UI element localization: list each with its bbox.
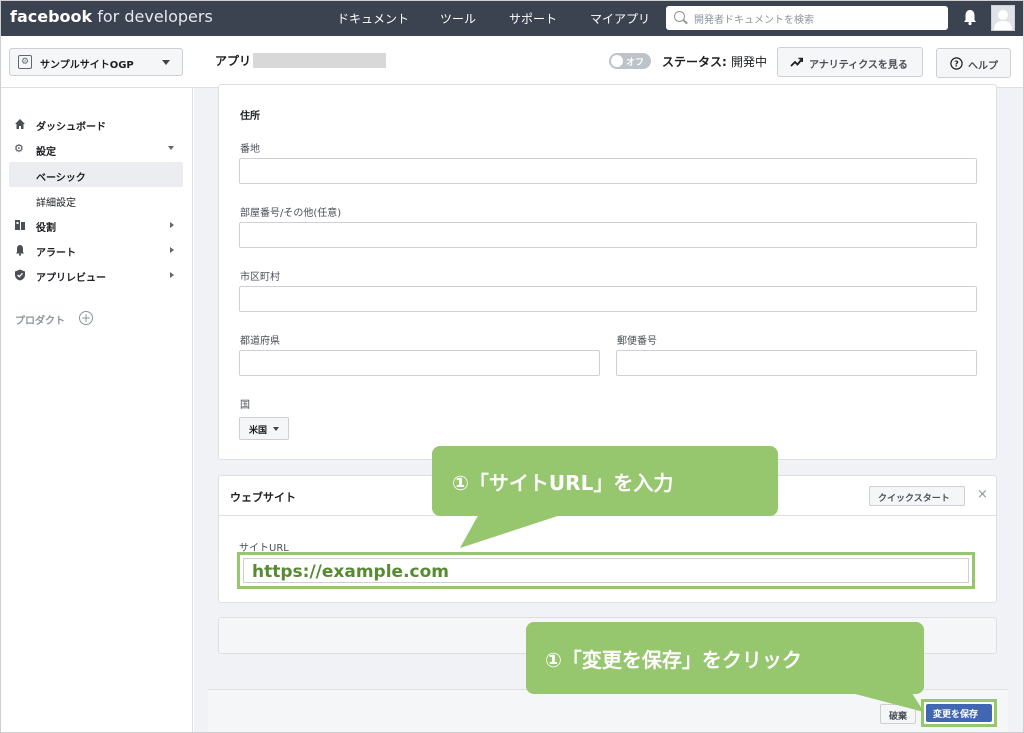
status-value: 開発中 xyxy=(730,55,767,69)
analytics-button-label: アナリティクスを見る xyxy=(809,60,908,71)
sidebar-item-label: 詳細設定 xyxy=(36,198,76,209)
search-placeholder: 開発者ドキュメントを検索 xyxy=(694,15,814,26)
nav-documents[interactable]: ドキュメント xyxy=(337,10,409,27)
room-input[interactable] xyxy=(239,222,977,248)
callout-url-text: ①「サイトURL」を入力 xyxy=(452,471,674,495)
site-url-highlight: https://example.com xyxy=(237,552,975,589)
view-analytics-button[interactable]: アナリティクスを見る xyxy=(777,47,923,77)
street-input[interactable] xyxy=(239,158,977,184)
address-section: 住所 番地 部屋番号/その他(任意) 市区町村 都道府県 郵便番号 国 米国 xyxy=(218,84,997,460)
app-status: ステータス: 開発中 xyxy=(662,53,767,70)
app-gear-icon: ⚙ xyxy=(18,55,32,69)
sidebar: ダッシュボード ⚙ 設定 ベーシック 詳細設定 役割 アラート アプリレビュー … xyxy=(0,88,193,733)
country-label: 国 xyxy=(240,400,250,411)
sidebar-item-label: アラート xyxy=(36,248,76,259)
city-label: 市区町村 xyxy=(240,272,280,283)
chevron-down-icon xyxy=(162,60,170,65)
toggle-label: オフ xyxy=(626,58,645,68)
svg-text:?: ? xyxy=(954,60,959,69)
sidebar-item-label: ダッシュボード xyxy=(36,122,106,133)
trending-up-icon xyxy=(790,57,803,67)
postal-code-label: 郵便番号 xyxy=(617,336,657,347)
close-icon[interactable]: × xyxy=(977,487,988,502)
sidebar-item-settings[interactable]: ⚙ 設定 xyxy=(14,142,184,160)
avatar[interactable] xyxy=(991,5,1015,31)
top-navigation-bar: facebook for developers ドキュメント ツール サポート … xyxy=(0,0,1024,36)
website-title: ウェブサイト xyxy=(230,491,296,504)
chevron-down-icon xyxy=(168,146,174,150)
status-label: ステータス: xyxy=(662,55,731,69)
postal-code-input[interactable] xyxy=(616,350,977,376)
sidebar-item-label: 設定 xyxy=(36,147,56,158)
save-label: 変更を保存 xyxy=(933,710,979,720)
help-button-label: ヘルプ xyxy=(968,61,998,72)
country-dropdown[interactable]: 米国 xyxy=(239,417,289,440)
add-product-icon[interactable]: + xyxy=(79,311,93,325)
prefecture-label: 都道府県 xyxy=(240,336,280,347)
chevron-right-icon xyxy=(170,272,174,278)
shield-check-icon xyxy=(15,269,25,281)
sidebar-item-label: 役割 xyxy=(36,223,56,234)
callout-enter-site-url: ①「サイトURL」を入力 xyxy=(432,446,778,516)
home-icon xyxy=(15,119,25,129)
redacted-app-id xyxy=(253,53,386,68)
sidebar-item-advanced[interactable]: 詳細設定 xyxy=(9,187,183,212)
roles-icon xyxy=(15,220,25,230)
sidebar-item-app-review[interactable]: アプリレビュー xyxy=(14,268,184,286)
gear-icon: ⚙ xyxy=(14,142,24,155)
sidebar-item-dashboard[interactable]: ダッシュボード xyxy=(14,117,184,135)
app-selector-dropdown[interactable]: ⚙ サンプルサイトOGP xyxy=(9,48,183,76)
country-value: 米国 xyxy=(249,426,268,436)
sidebar-item-alerts[interactable]: アラート xyxy=(14,243,184,261)
brand-rest: for developers xyxy=(92,7,213,26)
callout-save-text: ①「変更を保存」をクリック xyxy=(545,648,802,672)
bell-icon xyxy=(16,245,24,256)
callout-url-tail xyxy=(460,512,570,548)
sidebar-item-label: ベーシック xyxy=(36,173,86,184)
site-url-input[interactable]: https://example.com xyxy=(243,558,969,583)
products-label: プロダクト xyxy=(15,316,65,327)
live-mode-toggle[interactable]: オフ xyxy=(609,53,651,69)
notification-bell-icon[interactable] xyxy=(961,8,979,26)
app-header-bar: ⚙ サンプルサイトOGP アプリ オフ ステータス: 開発中 アナリティクスを見… xyxy=(0,36,1024,88)
help-button[interactable]: ? ヘルプ xyxy=(936,48,1011,78)
chevron-down-icon xyxy=(273,427,279,431)
sidebar-item-basic[interactable]: ベーシック xyxy=(9,162,183,187)
street-label: 番地 xyxy=(240,144,260,155)
facebook-for-developers-logo[interactable]: facebook for developers xyxy=(10,7,213,26)
nav-tools[interactable]: ツール xyxy=(440,10,476,27)
nav-my-apps[interactable]: マイアプリ xyxy=(590,10,650,27)
app-label: アプリ xyxy=(215,54,252,68)
nav-support[interactable]: サポート xyxy=(509,10,557,27)
app-selector-label: サンプルサイトOGP xyxy=(40,60,134,71)
quickstart-label: クイックスタート xyxy=(878,494,950,504)
search-input[interactable]: 開発者ドキュメントを検索 xyxy=(666,6,948,30)
save-changes-button[interactable]: 変更を保存 xyxy=(926,704,992,722)
site-url-value: https://example.com xyxy=(252,562,449,582)
sidebar-item-label: アプリレビュー xyxy=(36,273,106,284)
user-silhouette-icon xyxy=(994,10,1012,30)
brand-bold: facebook xyxy=(10,7,93,26)
search-icon xyxy=(674,11,685,22)
sidebar-item-roles[interactable]: 役割 xyxy=(14,218,184,236)
help-circle-icon: ? xyxy=(950,57,963,70)
city-input[interactable] xyxy=(239,286,977,312)
room-label: 部屋番号/その他(任意) xyxy=(240,208,342,219)
chevron-right-icon xyxy=(170,247,174,253)
quickstart-button[interactable]: クイックスタート xyxy=(869,486,965,506)
chevron-right-icon xyxy=(170,222,174,228)
callout-click-save: ①「変更を保存」をクリック xyxy=(526,622,924,694)
save-button-highlight: 変更を保存 xyxy=(921,699,997,727)
address-title: 住所 xyxy=(240,111,260,122)
toggle-knob xyxy=(611,55,623,67)
prefecture-input[interactable] xyxy=(239,350,600,376)
